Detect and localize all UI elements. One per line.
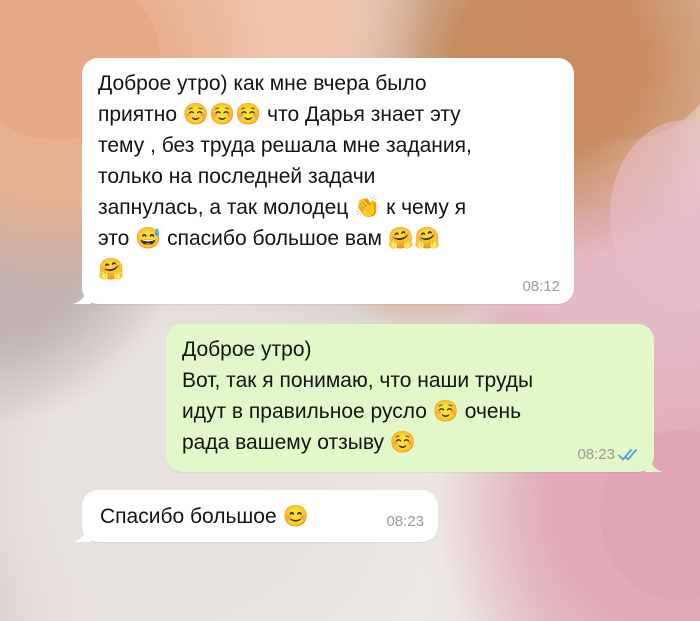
message-timestamp: 08:23 (386, 513, 424, 530)
wallpaper-flower (610, 120, 700, 310)
message-timestamp: 08:12 (522, 278, 560, 295)
double-check-read-icon (618, 449, 637, 461)
bubble-tail-icon (645, 458, 663, 472)
message-text-line: приятно ☺️☺️☺️ что Дарья знает эту (98, 103, 461, 126)
message-text-line: только на последней задачи (98, 165, 376, 188)
message-text-line: запнулась, а так молодец 👏 к чему я (98, 196, 467, 219)
message-text-line: Доброе утро) как мне вчера было (98, 72, 427, 95)
incoming-message-bubble[interactable]: Доброе утро) как мне вчера было приятно … (73, 58, 574, 304)
bubble-tail-icon (73, 290, 91, 304)
message-text-line: 🤗 (98, 258, 125, 281)
bubble-tail-icon (73, 528, 91, 542)
message-text-line: идут в правильное русло ☺️ очень (182, 400, 522, 423)
message-timestamp: 08:23 (577, 446, 615, 463)
incoming-message-bubble[interactable]: Спасибо большое 😊 08:23 (73, 490, 438, 542)
message-meta: 08:23 (386, 514, 424, 530)
message-text-line: это 😅 спасибо большое вам 🤗🤗 (98, 227, 441, 250)
message-text-line: тему , без труда решала мне задания, (98, 134, 472, 157)
message-text-line: Доброе утро) (182, 338, 312, 361)
message-text-line: Спасибо большое 😊 (100, 505, 309, 528)
message-text-line: рада вашему отзыву ☺️ (182, 431, 416, 454)
message-meta: 08:23 (577, 447, 640, 463)
message-meta: 08:12 (522, 279, 560, 295)
message-text-line: Вот, так я понимаю, что наши труды (182, 369, 534, 392)
outgoing-message-bubble[interactable]: Доброе утро) Вот, так я понимаю, что наш… (166, 324, 663, 472)
